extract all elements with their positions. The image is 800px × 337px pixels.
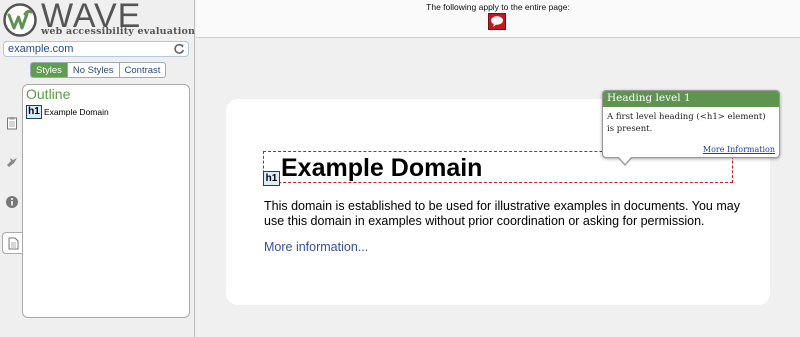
h1-badge-icon: h1 xyxy=(263,171,280,186)
outline-item[interactable]: h1 Example Domain xyxy=(26,105,109,119)
wave-sidebar: WAVE web accessibility evaluation tool e… xyxy=(0,0,220,337)
outline-title: Outline xyxy=(26,86,71,102)
tab-no-styles[interactable]: No Styles xyxy=(66,63,119,77)
wave-tagline: web accessibility evaluation tool xyxy=(41,26,221,37)
page-heading: Example Domain xyxy=(281,154,483,182)
tooltip-body: A first level heading (<h1> element) is … xyxy=(607,112,766,134)
clipboard-icon[interactable] xyxy=(5,116,19,130)
wave-logo-icon xyxy=(3,3,37,37)
page-paragraph: This domain is established to be used fo… xyxy=(264,199,740,228)
tooltip-title: Heading level 1 xyxy=(603,91,779,107)
more-information-link[interactable]: More information... xyxy=(264,240,368,254)
tab-styles[interactable]: Styles xyxy=(31,63,67,77)
page-error-button[interactable] xyxy=(488,13,506,30)
page-summary-label: The following apply to the entire page: xyxy=(426,2,570,12)
view-mode-tabs: Styles No Styles Contrast xyxy=(30,62,167,78)
speech-bubble-icon xyxy=(491,16,503,27)
page-preview: h1 Example Domain This domain is establi… xyxy=(196,39,800,337)
heading-tooltip: Heading level 1 A first level heading (<… xyxy=(602,90,780,166)
tooltip-more-link[interactable]: More Information xyxy=(703,145,775,154)
outline-panel: Outline h1 Example Domain xyxy=(22,84,190,318)
page-summary-bar: The following apply to the entire page: xyxy=(196,0,800,38)
info-icon[interactable] xyxy=(5,195,19,209)
tooltip-tail-inner xyxy=(618,156,632,164)
document-icon xyxy=(8,237,19,250)
h1-badge-icon: h1 xyxy=(26,105,42,119)
refresh-icon[interactable] xyxy=(173,43,185,55)
outline-tab[interactable] xyxy=(2,232,23,254)
heading-badge[interactable]: h1 xyxy=(263,168,280,186)
outline-item-label: Example Domain xyxy=(44,107,109,117)
tab-contrast[interactable]: Contrast xyxy=(118,63,166,77)
url-input-value[interactable]: example.com xyxy=(8,43,73,55)
wave-logo: WAVE web accessibility evaluation tool xyxy=(3,0,220,37)
url-input[interactable]: example.com xyxy=(3,41,189,57)
bird-icon[interactable] xyxy=(5,155,19,169)
